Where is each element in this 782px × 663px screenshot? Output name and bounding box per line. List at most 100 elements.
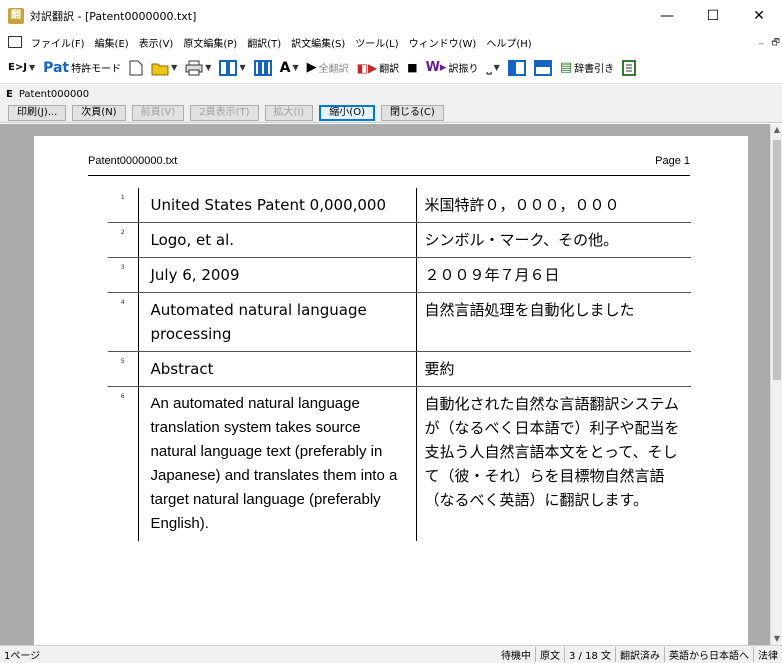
pat-icon: Pat bbox=[43, 59, 70, 76]
language-marker: E bbox=[6, 88, 13, 100]
status-field: 法律 bbox=[753, 647, 782, 662]
table-row: 3 July 6, 2009 ２００９年７月６日 bbox=[108, 257, 691, 293]
chevron-down-icon: ▼ bbox=[28, 63, 36, 72]
mdi-minimize-button[interactable]: _ bbox=[759, 35, 764, 51]
translation-table: 1 United States Patent 0,000,000 米国特許０，０… bbox=[108, 188, 691, 541]
row-number: 6 bbox=[108, 386, 139, 541]
scroll-down-icon[interactable]: ▼ bbox=[771, 633, 782, 645]
space-dropdown[interactable]: ⎵ ▼ bbox=[486, 60, 499, 75]
preview-area[interactable]: Patent0000000.txt Page 1 1 United States… bbox=[0, 124, 770, 645]
row-number: 3 bbox=[108, 257, 139, 293]
chevron-down-icon: ▼ bbox=[493, 63, 500, 72]
layout-stack-icon bbox=[533, 59, 552, 76]
preview-page: Patent0000000.txt Page 1 1 United States… bbox=[34, 136, 748, 645]
document-icon[interactable] bbox=[8, 36, 22, 48]
underline-icon: ⎵ bbox=[486, 60, 492, 75]
scrollbar-thumb[interactable] bbox=[773, 140, 781, 380]
two-page-button[interactable]: 2頁表示(T) bbox=[190, 104, 259, 121]
toolbar: E>J ▼ Pat 特許モード ▼ ▼ ▼ A ▼ ▶ 全翻訳 ◧▶ 翻訳 ■ … bbox=[0, 52, 782, 84]
row-number: 2 bbox=[108, 222, 139, 258]
translate-all-label: 全翻訳 bbox=[318, 64, 349, 75]
dictionary-label: 辞書引き bbox=[574, 64, 615, 75]
menu-target-edit[interactable]: 訳文編集(S) bbox=[286, 35, 350, 50]
status-pages: 1ページ bbox=[4, 651, 41, 662]
next-page-button[interactable]: 次頁(N) bbox=[72, 104, 126, 121]
columns-icon bbox=[253, 59, 272, 76]
target-cell: 自動化された自然な言語翻訳システムが（なるべく日本語で）利子や配当を支払う人自然… bbox=[424, 395, 680, 509]
prev-page-button[interactable]: 前頁(V) bbox=[131, 104, 185, 121]
layout-side-icon bbox=[507, 59, 526, 76]
zoom-out-button[interactable]: 縮小(O) bbox=[319, 104, 375, 121]
font-icon: A bbox=[279, 59, 291, 76]
table-row: 4 Automated natural language processing … bbox=[108, 292, 691, 352]
print-button[interactable]: ▼ bbox=[185, 60, 211, 76]
menu-source-edit[interactable]: 原文編集(P) bbox=[178, 35, 242, 50]
new-document-icon bbox=[129, 60, 143, 75]
document-name-bar: E Patent000000 bbox=[0, 85, 782, 103]
target-cell: 米国特許０，０００，０００ bbox=[416, 188, 691, 223]
notes-button[interactable] bbox=[622, 59, 637, 76]
target-cell: ２００９年７月６日 bbox=[416, 257, 691, 293]
target-cell: 要約 bbox=[416, 351, 691, 387]
menu-translate[interactable]: 翻訳(T) bbox=[242, 35, 286, 50]
translate-all-button[interactable]: ▶ 全翻訳 bbox=[307, 60, 349, 75]
chevron-down-icon: ▼ bbox=[239, 63, 246, 72]
dictionary-button[interactable]: ▤ 辞書引き bbox=[560, 60, 614, 75]
status-state: 待機中 bbox=[501, 651, 531, 662]
minimize-button[interactable]: — bbox=[644, 0, 690, 32]
row-number: 1 bbox=[108, 188, 139, 223]
patent-mode-label: 特許モード bbox=[71, 64, 122, 75]
table-row: 2 Logo, et al. シンボル・マーク、その他。 bbox=[108, 222, 691, 258]
ej-icon: E>J bbox=[8, 62, 27, 73]
page-number: Page 1 bbox=[655, 155, 690, 167]
translate-button[interactable]: ◧▶ 翻訳 bbox=[356, 60, 400, 76]
new-document-button[interactable] bbox=[129, 60, 143, 76]
book-icon: ▤ bbox=[559, 60, 573, 75]
menu-edit[interactable]: 編集(E) bbox=[90, 35, 134, 50]
stop-icon: ■ bbox=[407, 61, 418, 74]
stop-button[interactable]: ■ bbox=[407, 61, 417, 74]
title-bar: 翻 対訳翻訳 - [Patent0000000.txt] — ☐ ✕ bbox=[0, 0, 782, 32]
source-cell: Automated natural language processing bbox=[138, 292, 417, 352]
assign-translation-button[interactable]: W▸ 訳振り bbox=[426, 60, 479, 75]
layout-stack-button[interactable] bbox=[533, 59, 552, 76]
target-cell: シンボル・マーク、その他。 bbox=[416, 222, 691, 258]
menu-view[interactable]: 表示(V) bbox=[134, 35, 179, 50]
print-preview-button[interactable]: 印刷(J)... bbox=[8, 104, 67, 121]
font-button[interactable]: A ▼ bbox=[280, 60, 299, 76]
mdi-restore-button[interactable]: 🗗 bbox=[772, 35, 780, 51]
window-controls: — ☐ ✕ bbox=[644, 0, 782, 32]
source-cell: July 6, 2009 bbox=[138, 257, 417, 293]
word-assign-icon: W▸ bbox=[425, 60, 447, 75]
scroll-up-icon[interactable]: ▲ bbox=[771, 124, 782, 136]
target-cell: 自然言語処理を自動化しました bbox=[416, 292, 691, 352]
layout-side-button[interactable] bbox=[507, 59, 526, 76]
translate-label: 翻訳 bbox=[379, 64, 400, 75]
zoom-in-button[interactable]: 拡大(I) bbox=[264, 104, 314, 121]
table-row: 6 An automated natural language translat… bbox=[108, 386, 691, 541]
chevron-down-icon: ▼ bbox=[292, 63, 299, 72]
menu-tools[interactable]: ツール(L) bbox=[350, 35, 403, 50]
status-source: 原文 bbox=[535, 647, 564, 662]
status-direction: 英語から日本語へ bbox=[664, 647, 753, 662]
chevron-down-icon: ▼ bbox=[171, 63, 178, 72]
close-button[interactable]: ✕ bbox=[736, 0, 782, 32]
mdi-controls: _ 🗗 bbox=[759, 35, 780, 51]
maximize-button[interactable]: ☐ bbox=[690, 0, 736, 32]
source-cell: An automated natural language translatio… bbox=[138, 386, 417, 541]
menu-help[interactable]: ヘルプ(H) bbox=[481, 35, 536, 50]
direction-dropdown[interactable]: E>J ▼ bbox=[8, 62, 35, 73]
menu-file[interactable]: ファイル(F) bbox=[26, 35, 90, 50]
source-cell: Logo, et al. bbox=[138, 222, 417, 258]
translate-icon: ◧▶ bbox=[356, 60, 378, 75]
status-translated: 翻訳済み bbox=[615, 647, 664, 662]
layout-vertical-button[interactable]: ▼ bbox=[219, 59, 246, 76]
patent-mode-button[interactable]: Pat 特許モード bbox=[43, 60, 121, 76]
layout-columns-button[interactable] bbox=[253, 59, 272, 76]
vertical-scrollbar[interactable]: ▲ ▼ bbox=[770, 124, 782, 645]
open-button[interactable]: ▼ bbox=[151, 60, 177, 76]
row-number: 4 bbox=[108, 292, 139, 352]
close-preview-button[interactable]: 閉じる(C) bbox=[380, 104, 444, 121]
menu-bar: ファイル(F) 編集(E) 表示(V) 原文編集(P) 翻訳(T) 訳文編集(S… bbox=[0, 32, 782, 52]
menu-window[interactable]: ウィンドウ(W) bbox=[404, 35, 482, 50]
